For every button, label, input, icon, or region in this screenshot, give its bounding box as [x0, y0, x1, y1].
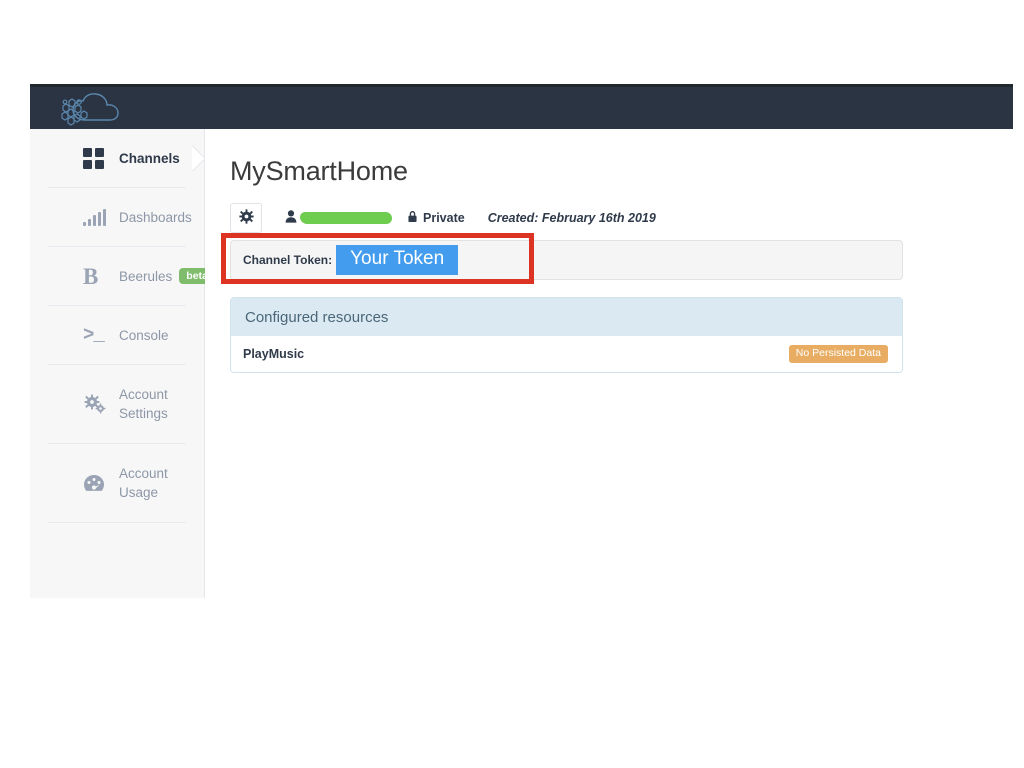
channel-owner	[285, 210, 392, 226]
channel-token-value[interactable]: Your Token	[336, 245, 459, 275]
configured-resources-header: Configured resources	[231, 298, 902, 336]
channel-settings-button[interactable]	[230, 203, 262, 233]
grid-icon	[83, 147, 109, 169]
user-icon	[285, 210, 297, 226]
sidebar-item-dashboards[interactable]: Dashboards	[48, 188, 192, 247]
sidebar-item-beerules[interactable]: B Beerules beta	[48, 247, 215, 306]
sidebar-item-label: Beerules	[119, 268, 173, 284]
channel-token-panel: Channel Token: Your Token	[230, 240, 903, 280]
bar-chart-icon	[83, 208, 109, 226]
resource-name: PlayMusic	[243, 347, 305, 361]
sidebar-item-label: Channels	[119, 150, 180, 166]
app-root: Channels Dashboards B Beerules beta >_ C…	[0, 0, 1024, 768]
page-title: MySmartHome	[230, 156, 408, 186]
top-navbar	[30, 84, 1013, 129]
sidebar-item-label: Dashboards	[119, 209, 192, 225]
terminal-icon: >_	[83, 323, 105, 346]
owner-name-redaction	[300, 212, 392, 224]
status-badge: No Persisted Data	[788, 345, 888, 363]
created-date: Created: February 16th 2019	[487, 211, 656, 225]
gauge-icon	[83, 473, 109, 493]
sidebar-item-console[interactable]: >_ Console	[48, 306, 186, 365]
sidebar: Channels Dashboards B Beerules beta >_ C…	[30, 129, 215, 598]
main-content: MySmartHome Private Created: February 16…	[205, 129, 1013, 598]
cogs-icon	[83, 393, 109, 415]
letter-b-icon: B	[83, 263, 99, 289]
gear-icon	[238, 208, 254, 228]
channel-meta-row: Private Created: February 16th 2019	[230, 203, 656, 233]
sidebar-item-label: Account Settings	[119, 387, 168, 421]
sidebar-item-label: Account Usage	[119, 466, 168, 500]
visibility-label: Private	[423, 211, 465, 225]
sidebar-item-account-settings[interactable]: Account Settings	[48, 365, 186, 444]
active-indicator-notch	[192, 145, 205, 171]
visibility-indicator: Private	[407, 210, 465, 226]
lock-icon	[407, 210, 418, 226]
cloud-hexagons-logo[interactable]	[55, 90, 131, 128]
table-row[interactable]: PlayMusic No Persisted Data	[231, 336, 902, 372]
sidebar-item-account-usage[interactable]: Account Usage	[48, 444, 186, 523]
sidebar-item-channels[interactable]: Channels	[48, 129, 186, 188]
channel-token-label: Channel Token:	[243, 253, 333, 267]
sidebar-item-label: Console	[119, 327, 169, 343]
configured-resources-panel: Configured resources PlayMusic No Persis…	[230, 297, 903, 373]
